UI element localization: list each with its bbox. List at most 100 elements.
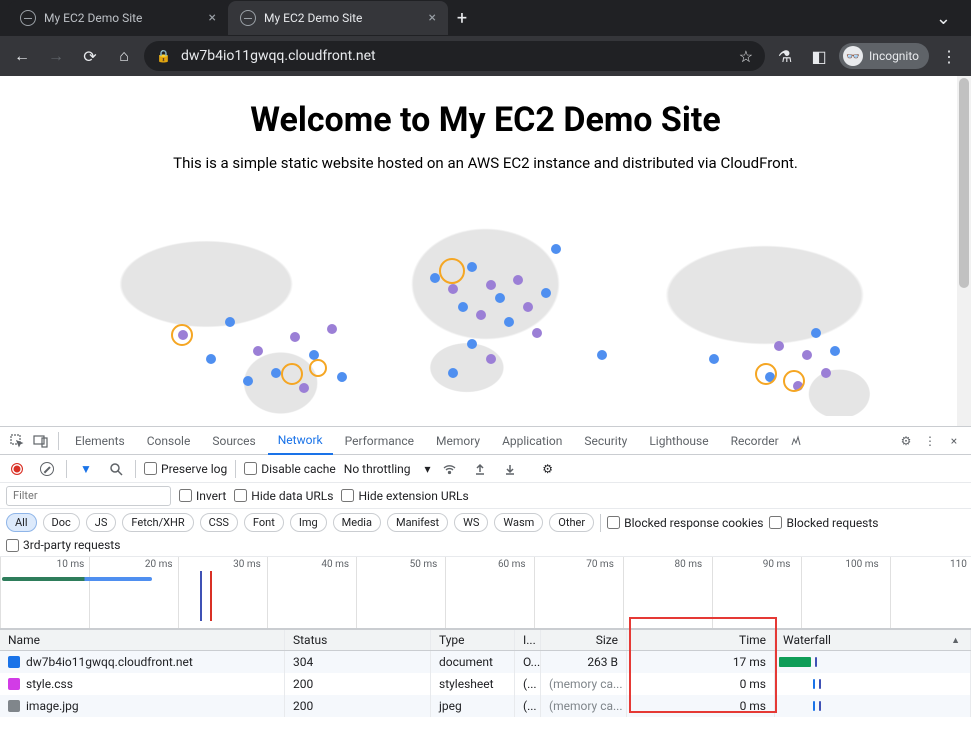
devtools-tab-elements[interactable]: Elements — [65, 427, 135, 455]
type-pill-js[interactable]: JS — [86, 513, 117, 532]
third-party-checkbox[interactable]: 3rd-party requests — [6, 538, 120, 552]
grid-header[interactable]: Name Status Type I... Size Time Waterfal… — [0, 629, 971, 651]
close-icon[interactable]: × — [209, 10, 216, 26]
kebab-icon[interactable]: ⋮ — [919, 430, 941, 452]
type-pill-ws[interactable]: WS — [454, 513, 488, 532]
map-marker — [243, 376, 253, 386]
tab-1[interactable]: My EC2 Demo Site × — [228, 1, 448, 35]
bookmark-icon[interactable]: ☆ — [739, 47, 753, 66]
reload-button[interactable]: ⟳ — [76, 42, 104, 70]
map-marker — [271, 368, 281, 378]
devtools-tab-performance[interactable]: Performance — [335, 427, 424, 455]
col-type[interactable]: Type — [431, 630, 515, 650]
address-bar[interactable]: 🔒 dw7b4io11gwqq.cloudfront.net ☆ — [144, 41, 765, 71]
type-pill-wasm[interactable]: Wasm — [494, 513, 543, 532]
close-icon[interactable]: × — [943, 430, 965, 452]
page-scrollbar[interactable] — [957, 76, 971, 426]
home-button[interactable]: ⌂ — [110, 42, 138, 70]
device-toggle-icon[interactable] — [30, 430, 52, 452]
map-marker — [430, 273, 440, 283]
gear-icon[interactable]: ⚙ — [895, 430, 917, 452]
type-pill-img[interactable]: Img — [290, 513, 327, 532]
filter-row: Invert Hide data URLs Hide extension URL… — [0, 483, 971, 509]
devtools-tab-recorder[interactable]: Recorder — [721, 427, 789, 455]
preserve-log-checkbox[interactable]: Preserve log — [144, 462, 227, 476]
blocked-requests-checkbox[interactable]: Blocked requests — [769, 516, 878, 530]
map-marker — [467, 262, 477, 272]
menu-icon[interactable]: ⋮ — [935, 42, 963, 70]
record-button[interactable] — [6, 458, 28, 480]
map-marker — [513, 275, 523, 285]
download-icon[interactable] — [499, 458, 521, 480]
col-status[interactable]: Status — [285, 630, 431, 650]
type-pill-manifest[interactable]: Manifest — [387, 513, 448, 532]
map-marker — [597, 350, 607, 360]
devtools-tab-sources[interactable]: Sources — [202, 427, 265, 455]
close-icon[interactable]: × — [429, 10, 436, 26]
upload-icon[interactable] — [469, 458, 491, 480]
disable-cache-checkbox[interactable]: Disable cache — [244, 462, 336, 476]
type-pill-font[interactable]: Font — [244, 513, 284, 532]
incognito-badge[interactable]: 👓 Incognito — [839, 43, 929, 69]
col-time[interactable]: Time — [627, 630, 775, 650]
map-marker — [504, 317, 514, 327]
gear-icon[interactable]: ⚙ — [537, 458, 559, 480]
devtools-tabs: ElementsConsoleSourcesNetworkPerformance… — [0, 427, 971, 455]
devtools-tab-memory[interactable]: Memory — [426, 427, 490, 455]
map-marker — [774, 341, 784, 351]
hide-extension-urls-checkbox[interactable]: Hide extension URLs — [341, 489, 468, 503]
type-pill-doc[interactable]: Doc — [43, 513, 80, 532]
devtools-tab-console[interactable]: Console — [137, 427, 201, 455]
type-pill-other[interactable]: Other — [549, 513, 594, 532]
map-marker — [299, 383, 309, 393]
filter-icon[interactable]: ▼ — [75, 458, 97, 480]
window-minimize-icon[interactable]: ⌄ — [924, 8, 963, 29]
forward-button[interactable]: → — [42, 42, 70, 70]
map-marker — [458, 302, 468, 312]
devtools-tab-network[interactable]: Network — [268, 427, 333, 455]
new-tab-button[interactable]: + — [448, 4, 476, 32]
col-initiator[interactable]: I... — [515, 630, 541, 650]
type-pill-all[interactable]: All — [6, 513, 37, 532]
devtools-tab-security[interactable]: Security — [574, 427, 637, 455]
map-marker — [476, 310, 486, 320]
wifi-icon[interactable] — [439, 458, 461, 480]
url-text: dw7b4io11gwqq.cloudfront.net — [181, 48, 729, 64]
invert-checkbox[interactable]: Invert — [179, 489, 226, 503]
type-pill-fetch-xhr[interactable]: Fetch/XHR — [122, 513, 193, 532]
network-grid: Name Status Type I... Size Time Waterfal… — [0, 629, 971, 740]
col-size[interactable]: Size — [541, 630, 627, 650]
hide-data-urls-checkbox[interactable]: Hide data URLs — [234, 489, 333, 503]
map-marker — [467, 339, 477, 349]
tab-0[interactable]: My EC2 Demo Site × — [8, 1, 228, 35]
table-row[interactable]: dw7b4io11gwqq.cloudfront.net304documentO… — [0, 651, 971, 673]
back-button[interactable]: ← — [8, 42, 36, 70]
side-panel-icon[interactable]: ◧ — [805, 42, 833, 70]
table-row[interactable]: image.jpg200jpeg(...(memory ca...0 ms — [0, 695, 971, 717]
table-row[interactable]: style.css200stylesheet(...(memory ca...0… — [0, 673, 971, 695]
timeline-tick: 100 ms — [794, 559, 882, 570]
blocked-cookies-checkbox[interactable]: Blocked response cookies — [607, 516, 763, 530]
map-marker — [830, 346, 840, 356]
lock-icon: 🔒 — [156, 49, 171, 63]
type-pill-media[interactable]: Media — [333, 513, 381, 532]
col-waterfall[interactable]: Waterfall — [775, 630, 971, 650]
globe-icon — [240, 10, 256, 26]
filter-input[interactable] — [6, 486, 171, 506]
map-ring — [171, 324, 193, 346]
timeline-tick: 70 ms — [530, 559, 618, 570]
timeline-overview-bar — [2, 577, 152, 581]
type-pill-css[interactable]: CSS — [200, 513, 238, 532]
devtools-tab-lighthouse[interactable]: Lighthouse — [639, 427, 718, 455]
col-name[interactable]: Name — [0, 630, 285, 650]
tab-title: My EC2 Demo Site — [44, 11, 201, 25]
devtools-tab-application[interactable]: Application — [492, 427, 572, 455]
labs-icon[interactable]: ⚗ — [771, 42, 799, 70]
timeline-marker — [210, 571, 212, 621]
search-icon[interactable] — [105, 458, 127, 480]
timeline-tick: 20 ms — [88, 559, 176, 570]
clear-button[interactable] — [36, 458, 58, 480]
network-timeline[interactable]: 10 ms20 ms30 ms40 ms50 ms60 ms70 ms80 ms… — [0, 557, 971, 629]
throttling-select[interactable]: No throttling▾ — [344, 462, 431, 476]
inspect-icon[interactable] — [6, 430, 28, 452]
